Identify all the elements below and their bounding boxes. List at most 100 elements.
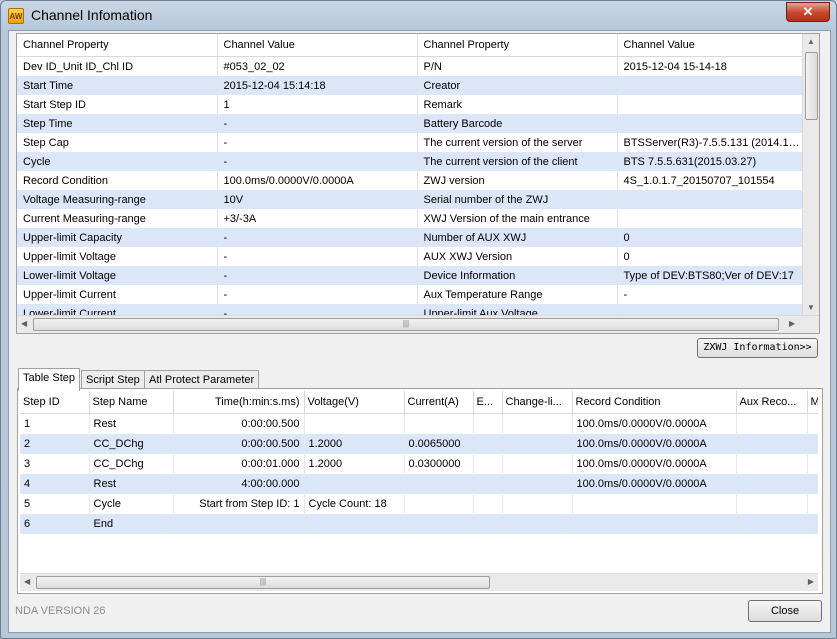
step-cell: [404, 514, 474, 534]
info-row[interactable]: Upper-limit Current - Aux Temperature Rang…: [17, 285, 803, 304]
property-cell: The current version of the client: [417, 152, 618, 171]
scroll-right-icon[interactable]: ▶: [789, 319, 795, 328]
info-row[interactable]: Step Time - Battery Barcode: [17, 114, 803, 133]
property-cell: Creator: [417, 76, 618, 95]
step-cell: [807, 514, 818, 534]
property-cell: AUX XWJ Version: [417, 247, 618, 266]
step-cell: Start from Step ID: 1: [173, 494, 305, 514]
step-cell: 0.0300000: [404, 454, 474, 474]
app-icon: AW: [8, 8, 24, 24]
step-cell: [502, 474, 573, 494]
step-grid: Step ID Step Name Time(h:min:s.ms) Voltage(…: [20, 391, 818, 573]
step-cell: [807, 434, 818, 454]
value-cell: 1: [217, 95, 418, 114]
step-cell: 100.0ms/0.0000V/0.0000A: [572, 474, 737, 494]
info-row[interactable]: Voltage Measuring-range 10V Serial number …: [17, 190, 803, 209]
step-column-header[interactable]: E...: [473, 391, 503, 414]
property-cell: Step Cap: [17, 133, 218, 152]
zxwj-information-button[interactable]: ZXWJ Information>>: [697, 338, 818, 358]
property-cell: Dev ID_Unit ID_Chl ID: [17, 56, 218, 76]
info-row[interactable]: Record Condition 100.0ms/0.0000V/0.0000A Z…: [17, 171, 803, 190]
step-cell: [473, 494, 503, 514]
value-cell: 4S_1.0.1.7_20150707_101554: [617, 171, 803, 190]
step-column-header[interactable]: Time(h:min:s.ms): [173, 391, 305, 414]
value-cell: -: [217, 247, 418, 266]
step-cell: [473, 474, 503, 494]
scroll-down-icon[interactable]: ▼: [807, 303, 815, 312]
step-column-header[interactable]: Change-li...: [502, 391, 573, 414]
value-cell: -: [217, 114, 418, 133]
value-cell: BTS 7.5.5.631(2015.03.27): [617, 152, 803, 171]
step-column-header[interactable]: Step ID: [20, 391, 90, 414]
window-close-button[interactable]: ✕: [786, 2, 830, 22]
step-cell: [304, 514, 405, 534]
version-label: NDA VERSION 26: [15, 605, 106, 617]
title-bar[interactable]: AW Channel Infomation ✕: [1, 1, 836, 31]
step-cell: [404, 474, 474, 494]
info-vertical-scrollbar[interactable]: ▲ ▼: [802, 34, 819, 315]
info-column-header[interactable]: Channel Property: [17, 34, 218, 57]
step-column-header[interactable]: Voltage(V): [304, 391, 405, 414]
close-button[interactable]: Close: [748, 600, 822, 622]
property-cell: Aux Temperature Range: [417, 285, 618, 304]
property-cell: Lower-limit Voltage: [17, 266, 218, 285]
step-row[interactable]: 3 CC_DChg 0:00:01.000 1.2000 0.0300000 100.0m…: [20, 454, 818, 474]
value-cell: [617, 76, 803, 95]
tab-table-step[interactable]: Table Step: [18, 368, 80, 391]
step-row[interactable]: 2 CC_DChg 0:00:00.500 1.2000 0.0065000 100.0m…: [20, 434, 818, 454]
step-cell: 1.2000: [304, 454, 405, 474]
property-cell: Number of AUX XWJ: [417, 228, 618, 247]
info-row[interactable]: Current Measuring-range +3/-3A XWJ Version…: [17, 209, 803, 228]
step-column-header[interactable]: Record Condition: [572, 391, 737, 414]
step-row[interactable]: 5 Cycle Start from Step ID: 1 Cycle Count: …: [20, 494, 818, 514]
tab-atl-protect-parameter[interactable]: Atl Protect Parameter: [144, 370, 260, 390]
tab-script-step[interactable]: Script Step: [81, 370, 145, 390]
step-row[interactable]: 4 Rest 4:00:00.000 100.0ms/0.0000V/0.0000A: [20, 474, 818, 494]
info-vertical-scroll-thumb[interactable]: [805, 52, 818, 120]
info-column-header[interactable]: Channel Property: [417, 34, 618, 57]
info-horizontal-scroll-thumb[interactable]: |||: [33, 318, 779, 331]
info-row[interactable]: Step Cap - The current version of the serv…: [17, 133, 803, 152]
info-row[interactable]: Upper-limit Voltage - AUX XWJ Version 0: [17, 247, 803, 266]
step-row[interactable]: 1 Rest 0:00:00.500 100.0ms/0.0000V/0.0000A: [20, 413, 818, 434]
info-row[interactable]: Start Step ID 1 Remark: [17, 95, 803, 114]
property-cell: Battery Barcode: [417, 114, 618, 133]
step-column-header[interactable]: Current(A): [404, 391, 474, 414]
step-horizontal-scroll-thumb[interactable]: |||: [36, 576, 490, 589]
property-cell: Start Time: [17, 76, 218, 95]
info-row[interactable]: Lower-limit Voltage - Device Information Ty…: [17, 266, 803, 285]
info-row[interactable]: Dev ID_Unit ID_Chl ID #053_02_02 P/N 2015-1…: [17, 56, 803, 76]
info-column-header[interactable]: Channel Value: [617, 34, 803, 57]
property-cell: Current Measuring-range: [17, 209, 218, 228]
scroll-left-icon[interactable]: ◀: [24, 577, 30, 586]
step-cell: [304, 413, 405, 434]
channel-info-grid: Channel Property Channel Value Channel Pro…: [16, 33, 820, 334]
info-row[interactable]: Upper-limit Capacity - Number of AUX XWJ 0: [17, 228, 803, 247]
value-cell: [617, 114, 803, 133]
step-column-header[interactable]: Aux Reco...: [736, 391, 808, 414]
info-row[interactable]: Cycle - The current version of the client B…: [17, 152, 803, 171]
value-cell: [617, 95, 803, 114]
scroll-right-icon[interactable]: ▶: [808, 577, 814, 586]
value-cell: 2015-12-04 15:14:18: [217, 76, 418, 95]
info-row[interactable]: Start Time 2015-12-04 15:14:18 Creator: [17, 76, 803, 95]
step-column-header[interactable]: M: [807, 391, 818, 414]
step-cell: [404, 494, 474, 514]
step-cell: [473, 413, 503, 434]
step-cell: 6: [20, 514, 90, 534]
value-cell: 0: [617, 228, 803, 247]
info-horizontal-scrollbar[interactable]: ◀ ||| ▶: [17, 315, 819, 333]
step-horizontal-scrollbar[interactable]: ◀ ||| ▶: [20, 573, 818, 591]
step-cell: 100.0ms/0.0000V/0.0000A: [572, 434, 737, 454]
value-cell: [617, 209, 803, 228]
property-cell: ZWJ version: [417, 171, 618, 190]
step-row[interactable]: 6 End: [20, 514, 818, 534]
step-cell: Rest: [89, 474, 174, 494]
info-column-header[interactable]: Channel Value: [217, 34, 418, 57]
scroll-up-icon[interactable]: ▲: [807, 37, 815, 46]
scroll-left-icon[interactable]: ◀: [21, 319, 27, 328]
value-cell: 2015-12-04 15-14-18: [617, 56, 803, 76]
step-cell: [502, 434, 573, 454]
value-cell: +3/-3A: [217, 209, 418, 228]
step-column-header[interactable]: Step Name: [89, 391, 174, 414]
